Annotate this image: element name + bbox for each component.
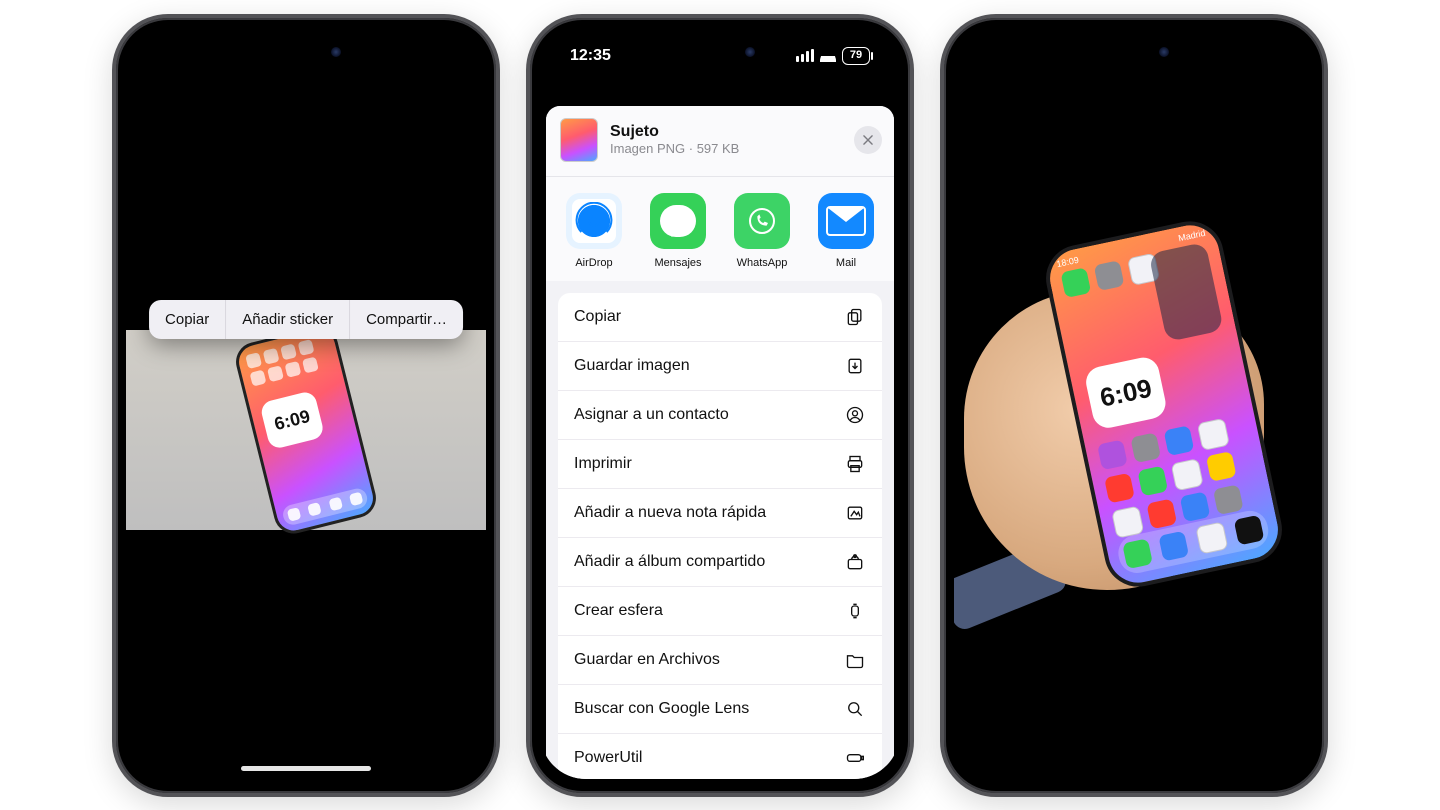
screen-center: 12:35 79 Sujeto Imagen PNG · 597 KB xyxy=(540,30,900,779)
share-title: Sujeto xyxy=(610,123,842,141)
share-action-search[interactable]: Buscar con Google Lens xyxy=(558,685,882,734)
share-action-folder[interactable]: Guardar en Archivos xyxy=(558,636,882,685)
wifi-icon xyxy=(820,50,836,62)
copy-icon xyxy=(844,306,866,328)
share-action-label: Buscar con Google Lens xyxy=(574,700,749,718)
screen-right: 18:09 Madrid 6:09 xyxy=(954,30,1314,779)
share-action-label: Añadir a álbum compartido xyxy=(574,553,765,571)
share-action-save-image[interactable]: Guardar imagen xyxy=(558,342,882,391)
mini-status-time: 18:09 xyxy=(1056,254,1080,268)
subject-cutout[interactable]: 6:09 xyxy=(232,322,380,537)
watch-face-icon xyxy=(844,600,866,622)
share-sheet: Sujeto Imagen PNG · 597 KB AirDrop xyxy=(546,106,894,779)
clock-widget-small: 6:09 xyxy=(259,389,325,449)
share-action-battery[interactable]: PowerUtil xyxy=(558,734,882,779)
share-action-copy[interactable]: Copiar xyxy=(558,293,882,342)
save-image-icon xyxy=(844,355,866,377)
share-action-shared-album[interactable]: Añadir a álbum compartido xyxy=(558,538,882,587)
folder-icon xyxy=(844,649,866,671)
share-app-messages[interactable]: Mensajes xyxy=(641,193,715,269)
share-app-airdrop[interactable]: AirDrop xyxy=(557,193,631,269)
status-bar: 12:35 79 xyxy=(540,44,900,68)
airdrop-icon xyxy=(566,193,622,249)
print-icon xyxy=(844,453,866,475)
share-apps-row: AirDrop Mensajes WhatsApp Mail xyxy=(546,177,894,281)
share-action-label: Imprimir xyxy=(574,455,632,473)
canvas: 6:09 Copiar Añadir sticker Compartir… 12… xyxy=(0,0,1440,810)
cutout-result: 18:09 Madrid 6:09 xyxy=(954,30,1314,779)
share-actions-list[interactable]: Copiar Guardar imagen Asignar a un contact… xyxy=(558,293,882,779)
dynamic-island xyxy=(1075,38,1193,68)
share-app-label: WhatsApp xyxy=(737,257,788,269)
phone-frame-center: 12:35 79 Sujeto Imagen PNG · 597 KB xyxy=(526,14,914,797)
close-icon xyxy=(861,133,875,147)
phone-frame-right: 18:09 Madrid 6:09 xyxy=(940,14,1328,797)
messages-icon xyxy=(650,193,706,249)
share-subtitle: Imagen PNG · 597 KB xyxy=(610,141,842,156)
battery-icon xyxy=(844,747,866,769)
share-action-contact[interactable]: Asignar a un contacto xyxy=(558,391,882,440)
mini-status-location: Madrid xyxy=(1177,227,1206,243)
share-app-label: Mail xyxy=(836,257,856,269)
context-menu: Copiar Añadir sticker Compartir… xyxy=(149,300,463,339)
share-action-label: Crear esfera xyxy=(574,602,663,620)
shared-album-icon xyxy=(844,551,866,573)
status-time: 12:35 xyxy=(570,47,611,65)
share-action-label: Asignar a un contacto xyxy=(574,406,729,424)
share-action-quick-note[interactable]: Añadir a nueva nota rápida xyxy=(558,489,882,538)
mail-icon xyxy=(818,193,874,249)
screen-left: 6:09 Copiar Añadir sticker Compartir… xyxy=(126,30,486,779)
cellular-icon xyxy=(796,49,814,62)
share-app-label: AirDrop xyxy=(575,257,612,269)
dynamic-island xyxy=(247,38,365,68)
share-action-label: Añadir a nueva nota rápida xyxy=(574,504,766,522)
clock-widget: 6:09 xyxy=(1083,354,1168,430)
context-menu-share[interactable]: Compartir… xyxy=(349,300,463,339)
weather-widget xyxy=(1148,241,1223,341)
share-app-mail[interactable]: Mail xyxy=(809,193,883,269)
share-action-label: PowerUtil xyxy=(574,749,642,767)
share-thumbnail xyxy=(560,118,598,162)
share-action-label: Copiar xyxy=(574,308,621,326)
whatsapp-icon xyxy=(734,193,790,249)
share-app-whatsapp[interactable]: WhatsApp xyxy=(725,193,799,269)
quick-note-icon xyxy=(844,502,866,524)
contact-icon xyxy=(844,404,866,426)
share-action-watch-face[interactable]: Crear esfera xyxy=(558,587,882,636)
battery-icon: 79 xyxy=(842,47,870,65)
home-indicator[interactable] xyxy=(241,766,371,771)
share-action-label: Guardar imagen xyxy=(574,357,690,375)
share-action-print[interactable]: Imprimir xyxy=(558,440,882,489)
phone-frame-left: 6:09 Copiar Añadir sticker Compartir… xyxy=(112,14,500,797)
share-app-label: Mensajes xyxy=(654,257,701,269)
share-action-label: Guardar en Archivos xyxy=(574,651,720,669)
close-button[interactable] xyxy=(854,126,882,154)
photo-preview[interactable]: 6:09 xyxy=(126,330,486,530)
share-sheet-header: Sujeto Imagen PNG · 597 KB xyxy=(546,106,894,177)
context-menu-copy[interactable]: Copiar xyxy=(149,300,225,339)
context-menu-add-sticker[interactable]: Añadir sticker xyxy=(225,300,349,339)
search-icon xyxy=(844,698,866,720)
